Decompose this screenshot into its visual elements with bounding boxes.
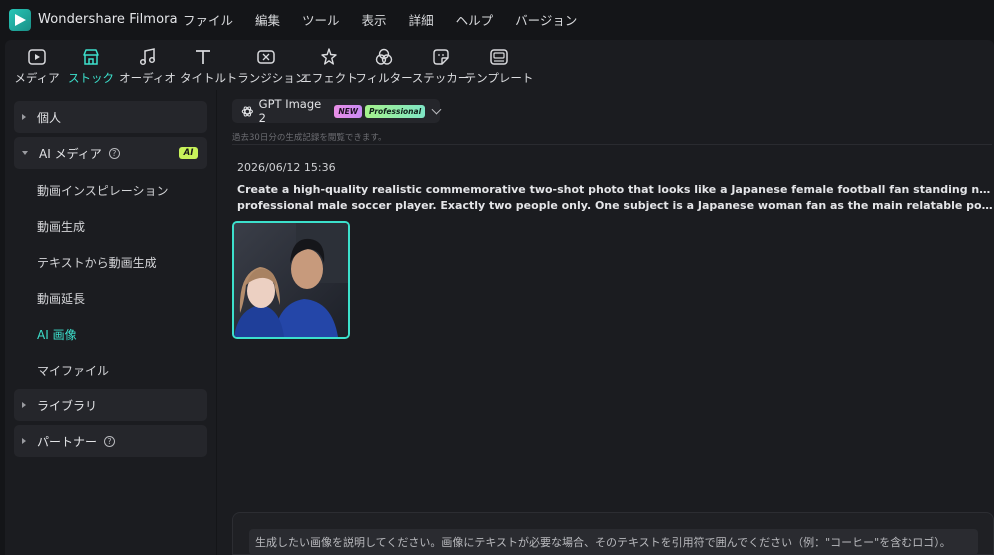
tool-label: オーディオ bbox=[119, 71, 176, 85]
sidebar-item-ai-media[interactable]: AI メディア ? AI bbox=[14, 137, 207, 169]
effect-sparkle-icon bbox=[318, 46, 340, 68]
menu-version[interactable]: バージョン bbox=[515, 10, 577, 29]
tool-label: メディア bbox=[14, 71, 60, 85]
tool-label: タイトル bbox=[180, 71, 226, 85]
menu-edit[interactable]: 編集 bbox=[255, 10, 280, 29]
chevron-right-icon bbox=[22, 438, 26, 444]
history-notice: 過去30日分の生成記録を閲覧できます。 bbox=[232, 133, 387, 143]
transition-icon bbox=[255, 46, 277, 68]
prompt-input[interactable] bbox=[249, 529, 978, 555]
sidebar-item-label: 個人 bbox=[37, 110, 62, 125]
model-name: GPT Image 2 bbox=[258, 97, 322, 125]
sidebar-item-video-extend[interactable]: 動画延長 bbox=[37, 290, 85, 307]
title-bar: Wondershare Filmora ファイル 編集 ツール 表示 詳細 ヘル… bbox=[0, 0, 994, 39]
chevron-down-icon bbox=[22, 151, 28, 155]
sidebar-item-label: AI メディア bbox=[39, 146, 102, 161]
sidebar-item-ai-image[interactable]: AI 画像 bbox=[37, 326, 77, 343]
sidebar-item-library[interactable]: ライブラリ bbox=[14, 389, 207, 421]
media-icon bbox=[26, 46, 48, 68]
sticker-icon bbox=[430, 46, 452, 68]
tool-template[interactable]: テンプレート bbox=[465, 40, 533, 90]
help-circle-icon[interactable]: ? bbox=[104, 435, 116, 447]
filmora-logo-icon bbox=[9, 8, 31, 31]
menu-help[interactable]: ヘルプ bbox=[456, 10, 494, 29]
sidebar-item-video-inspiration[interactable]: 動画インスピレーション bbox=[37, 182, 169, 199]
generated-photo bbox=[234, 223, 348, 337]
generation-timestamp: 2026/06/12 15:36 bbox=[237, 161, 336, 174]
stock-store-icon bbox=[80, 46, 102, 68]
prompt-line: Create a high-quality realistic commemor… bbox=[237, 183, 994, 196]
sidebar-item-partner[interactable]: パートナー ? bbox=[14, 425, 207, 457]
tool-transition[interactable]: トランジション bbox=[226, 40, 306, 90]
generated-image-thumbnail[interactable] bbox=[232, 221, 350, 339]
tool-stock[interactable]: ストック bbox=[63, 40, 119, 90]
chevron-right-icon bbox=[22, 114, 26, 120]
prompt-input-area bbox=[232, 512, 994, 555]
tool-effect[interactable]: エフェクト bbox=[300, 40, 358, 90]
sidebar-item-text-to-video[interactable]: テキストから動画生成 bbox=[37, 254, 157, 271]
tool-audio[interactable]: オーディオ bbox=[119, 40, 176, 90]
media-toolbar: メディア ストック オーディオ タイトル トランジション エフェクト フィルター… bbox=[5, 40, 994, 90]
menu-view[interactable]: 表示 bbox=[362, 10, 387, 29]
menu-bar: ファイル 編集 ツール 表示 詳細 ヘルプ バージョン bbox=[172, 0, 588, 39]
sidebar-item-label: パートナー bbox=[37, 434, 98, 449]
app-title: Wondershare Filmora bbox=[38, 12, 178, 27]
tool-label: テンプレート bbox=[464, 71, 534, 85]
template-icon bbox=[488, 46, 510, 68]
openai-logo-icon bbox=[241, 105, 253, 117]
title-text-icon bbox=[192, 46, 214, 68]
divider bbox=[232, 144, 992, 145]
new-badge: NEW bbox=[334, 104, 363, 118]
music-note-icon bbox=[137, 46, 159, 68]
model-selector[interactable]: GPT Image 2 NEW Professional bbox=[232, 97, 442, 125]
tool-label: エフェクト bbox=[300, 71, 358, 85]
chevron-right-icon bbox=[22, 402, 26, 408]
tool-filter[interactable]: フィルター bbox=[355, 40, 413, 90]
sidebar: 個人 AI メディア ? AI 動画インスピレーション 動画生成 テキストから動… bbox=[5, 90, 216, 555]
sidebar-item-my-files[interactable]: マイファイル bbox=[37, 362, 109, 379]
tool-label: フィルター bbox=[355, 71, 413, 85]
tool-title[interactable]: タイトル bbox=[176, 40, 230, 90]
generation-prompt: Create a high-quality realistic commemor… bbox=[237, 182, 994, 214]
tool-label: ストック bbox=[68, 71, 114, 85]
sidebar-item-video-generation[interactable]: 動画生成 bbox=[37, 218, 85, 235]
help-circle-icon[interactable]: ? bbox=[108, 147, 120, 159]
tool-label: トランジション bbox=[225, 71, 307, 85]
ai-image-panel: GPT Image 2 NEW Professional 過去30日分の生成記録… bbox=[217, 90, 994, 555]
menu-tools[interactable]: ツール bbox=[302, 10, 340, 29]
chevron-down-icon bbox=[431, 104, 442, 114]
sidebar-item-label: ライブラリ bbox=[37, 398, 98, 413]
tool-media[interactable]: メディア bbox=[11, 40, 63, 90]
prompt-line: professional male soccer player. Exactly… bbox=[237, 199, 994, 212]
menu-advanced[interactable]: 詳細 bbox=[409, 10, 434, 29]
tool-sticker[interactable]: ステッカー bbox=[412, 40, 469, 90]
menu-file[interactable]: ファイル bbox=[183, 10, 233, 29]
professional-badge: Professional bbox=[365, 104, 426, 118]
ai-badge: AI bbox=[179, 147, 198, 159]
tool-label: ステッカー bbox=[411, 71, 470, 85]
sidebar-item-personal[interactable]: 個人 bbox=[14, 101, 207, 133]
filter-icon bbox=[373, 46, 395, 68]
